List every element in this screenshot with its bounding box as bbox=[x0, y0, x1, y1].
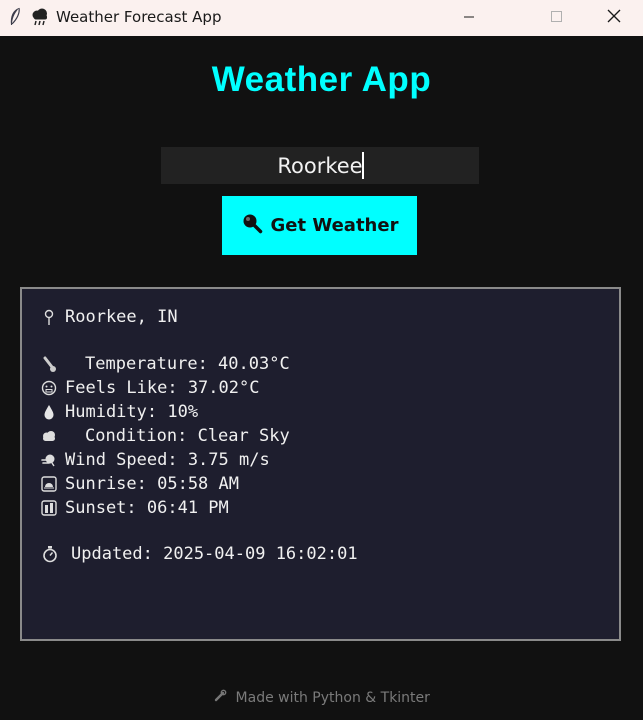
feels-like-line: Feels Like: 37.02°C bbox=[41, 377, 259, 399]
sunrise-icon bbox=[41, 475, 57, 493]
condition-line: Condition: Clear Sky bbox=[41, 425, 290, 447]
maximize-icon bbox=[551, 10, 563, 27]
condition-text: Condition: Clear Sky bbox=[85, 426, 290, 446]
feather-icon bbox=[8, 7, 22, 27]
location-line: Roorkee, IN bbox=[41, 306, 178, 328]
updated-text: Updated: 2025-04-09 16:02:01 bbox=[71, 544, 358, 564]
updated-line: Updated: 2025-04-09 16:02:01 bbox=[41, 543, 358, 565]
close-icon bbox=[607, 9, 621, 27]
app-title: Weather App bbox=[211, 60, 432, 99]
wind-icon bbox=[41, 451, 57, 469]
stopwatch-icon bbox=[41, 545, 59, 563]
weather-result-panel: Roorkee, IN Temperature: 40.03°C Feels L… bbox=[20, 287, 621, 641]
sunrise-text: Sunrise: 05:58 AM bbox=[65, 474, 239, 494]
city-input[interactable] bbox=[161, 147, 479, 184]
sunset-line: Sunset: 06:41 PM bbox=[41, 497, 229, 519]
close-button[interactable] bbox=[585, 0, 643, 36]
temperature-line: Temperature: 40.03°C bbox=[41, 353, 290, 375]
face-icon bbox=[41, 379, 57, 397]
maximize-button[interactable] bbox=[528, 0, 586, 36]
wind-speed-text: Wind Speed: 3.75 m/s bbox=[65, 450, 270, 470]
window-titlebar: Weather Forecast App bbox=[0, 0, 643, 36]
storm-cloud-icon bbox=[31, 7, 49, 27]
droplet-icon bbox=[41, 403, 57, 421]
feels-like-text: Feels Like: 37.02°C bbox=[65, 378, 260, 398]
pin-icon bbox=[41, 308, 57, 326]
humidity-text: Humidity: 10% bbox=[65, 402, 199, 422]
location-text: Roorkee, IN bbox=[65, 307, 178, 327]
sunrise-line: Sunrise: 05:58 AM bbox=[41, 473, 239, 495]
temperature-text: Temperature: 40.03°C bbox=[85, 354, 290, 374]
cloud-icon bbox=[41, 427, 57, 445]
get-weather-button[interactable]: Get Weather bbox=[222, 196, 417, 255]
sunset-text: Sunset: 06:41 PM bbox=[65, 498, 229, 518]
sunset-icon bbox=[41, 499, 57, 517]
text-caret bbox=[362, 152, 364, 179]
get-weather-label: Get Weather bbox=[270, 215, 399, 236]
minimize-icon bbox=[463, 10, 475, 27]
minimize-button[interactable] bbox=[440, 0, 498, 36]
wind-speed-line: Wind Speed: 3.75 m/s bbox=[41, 449, 270, 471]
footer-text: Made with Python & Tkinter bbox=[235, 690, 430, 706]
humidity-line: Humidity: 10% bbox=[41, 401, 198, 423]
window-title: Weather Forecast App bbox=[56, 8, 222, 26]
thermometer-icon bbox=[41, 355, 57, 373]
magnifier-icon bbox=[241, 212, 263, 239]
wrench-icon bbox=[213, 689, 227, 707]
footer: Made with Python & Tkinter bbox=[0, 689, 643, 707]
